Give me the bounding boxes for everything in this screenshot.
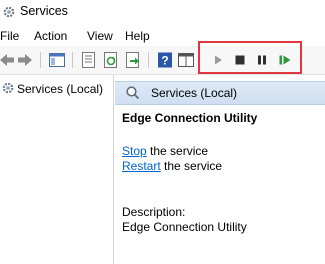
menu-view[interactable]: View [87,29,113,43]
highlight-box [198,41,302,74]
menu-help[interactable]: Help [125,29,150,43]
details-header-label: Services (Local) [151,86,238,100]
restart-link[interactable]: Restart [122,159,161,173]
help-icon[interactable]: ? [156,51,174,69]
gear-icon [1,81,15,95]
stop-link[interactable]: Stop [122,144,147,158]
restart-action: Restart the service [122,159,222,173]
refresh-icon[interactable] [102,51,120,69]
menu-action[interactable]: Action [34,29,67,43]
stop-action: Stop the service [122,144,208,158]
service-name: Edge Connection Utility [122,111,258,125]
forward-icon[interactable] [16,51,34,69]
menu-file[interactable]: File [0,29,19,43]
details-header: Services (Local) [115,81,325,105]
properties-icon[interactable] [80,51,98,69]
details-pane: Services (Local) Edge Connection Utility… [115,75,325,264]
stop-suffix: the service [146,144,209,158]
search-icon [125,85,140,100]
console-tree-pane: Services (Local) [0,75,114,264]
back-icon[interactable] [0,51,16,69]
svg-text:?: ? [161,54,168,68]
description-label: Description: [122,205,186,219]
toolbar-separator [148,52,149,68]
show-hide-icon[interactable] [177,51,195,69]
restart-suffix: the service [160,159,223,173]
export-icon[interactable] [124,51,142,69]
tree-item-services-local[interactable]: Services (Local) [0,80,112,98]
toolbar-separator [40,52,41,68]
description-text: Edge Connection Utility [122,220,247,234]
title-bar: Services [0,0,325,24]
console-tree-icon[interactable] [48,51,66,69]
toolbar-separator [72,52,73,68]
window-title: Services [20,4,68,18]
gear-icon [2,5,16,19]
tree-item-label: Services (Local) [17,82,104,96]
